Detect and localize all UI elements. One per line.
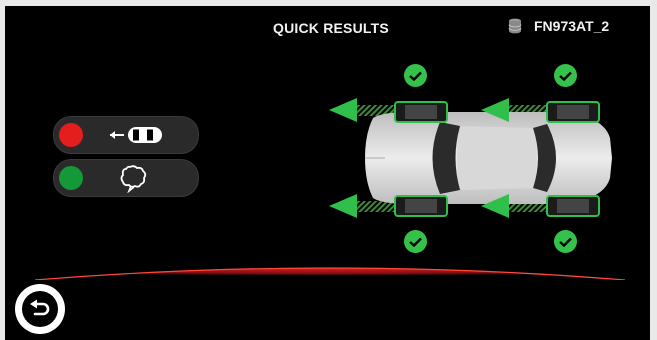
legend-sensor-not-ok [53, 116, 199, 154]
vehicle-diagram [329, 98, 612, 218]
arrow-left-icon [329, 194, 357, 218]
floor-glow [35, 267, 625, 280]
green-status-dot [59, 166, 83, 190]
check-icon [404, 230, 427, 253]
red-status-dot [59, 123, 83, 147]
arrow-left-icon [329, 98, 357, 122]
wheel-rear-right [546, 195, 600, 217]
app-screen: QUICK RESULTS FN973AT_2 [5, 6, 650, 340]
check-icon [554, 64, 577, 87]
check-icon [404, 64, 427, 87]
page-title: QUICK RESULTS [273, 20, 389, 36]
legend-sensor-ok [53, 159, 199, 197]
sensor-tire-icon [110, 127, 162, 143]
back-arrow-icon [30, 299, 50, 316]
wheel-front-right [546, 101, 600, 123]
sensor-speech-icon [120, 165, 147, 193]
wheel-front-left [394, 101, 448, 123]
car-roof [457, 126, 537, 190]
wheel-rear-left [394, 195, 448, 217]
database-icon [508, 18, 522, 34]
vehicle-id-label: FN973AT_2 [508, 18, 609, 34]
vehicle-id: FN973AT_2 [534, 18, 610, 34]
back-button[interactable] [15, 284, 65, 334]
check-icon [554, 230, 577, 253]
